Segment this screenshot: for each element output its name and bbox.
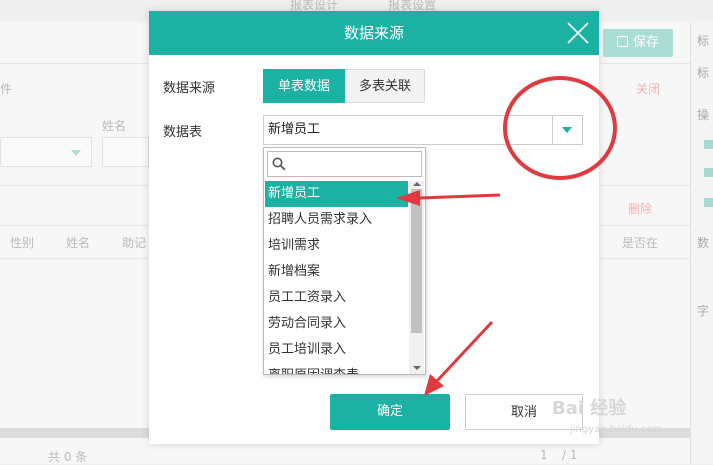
watermark-url: jingyan.baidu.com [570, 424, 663, 435]
table-label: 数据表 [163, 125, 203, 140]
close-link[interactable]: 关闭 [636, 80, 660, 97]
column-header[interactable]: 性别 [10, 234, 34, 251]
list-item[interactable]: 新增员工 [265, 181, 408, 207]
bg-name-input[interactable] [102, 137, 149, 167]
bg-text: 件 [0, 82, 13, 96]
dropdown-scrollbar[interactable] [409, 181, 424, 374]
scroll-down-icon[interactable] [413, 366, 421, 370]
checkbox[interactable] [704, 140, 713, 149]
save-button[interactable]: 保存 [603, 29, 673, 57]
list-item[interactable]: 新增档案 [265, 259, 408, 285]
close-icon[interactable] [565, 20, 591, 46]
source-label: 数据来源 [163, 81, 216, 96]
multi-table-button[interactable]: 多表关联 [345, 69, 425, 103]
checkbox[interactable] [704, 168, 713, 177]
list-item[interactable]: 离职原因调查表 [265, 363, 408, 374]
list-item[interactable]: 员工工资录入 [265, 285, 408, 311]
column-header[interactable]: 姓名 [66, 234, 90, 251]
dialog-title: 数据来源 [343, 24, 404, 42]
side-label: 数 [697, 236, 710, 250]
column-header[interactable]: 助记 [122, 234, 146, 251]
chevron-down-icon [562, 127, 572, 133]
save-label: 保存 [632, 35, 659, 50]
scroll-up-icon[interactable] [413, 182, 421, 186]
select-toggle[interactable] [552, 116, 582, 144]
table-select-value: 新增员工 [268, 122, 321, 137]
side-label: 标 [697, 34, 710, 48]
list-item[interactable]: 招聘人员需求录入 [265, 207, 408, 233]
dialog-header: 数据来源 [149, 11, 599, 55]
column-header[interactable]: 是否在 [622, 234, 658, 251]
data-source-dialog: 数据来源 数据来源 单表数据 多表关联 数据表 新增员工 新增员工 招聘人员需求… [149, 11, 599, 444]
dropdown-search-input[interactable] [267, 151, 422, 177]
list-item[interactable]: 培训需求 [265, 233, 408, 259]
save-icon [616, 36, 628, 47]
table-select[interactable]: 新增员工 [263, 115, 583, 145]
list-item[interactable]: 员工培训录入 [265, 337, 408, 363]
pager-total: / 1 [562, 448, 578, 462]
checkbox[interactable] [704, 198, 713, 207]
chevron-down-icon [71, 150, 81, 156]
delete-link[interactable]: 删除 [628, 200, 652, 217]
watermark-logo: Bai 经验 [552, 398, 627, 419]
side-label: 字 [697, 304, 710, 318]
pager-current[interactable]: 1 [540, 448, 548, 462]
right-properties-panel: 标 标 操 数 字 [690, 22, 713, 464]
ok-button[interactable]: 确定 [330, 394, 450, 430]
table-dropdown: 新增员工 招聘人员需求录入 培训需求 新增档案 员工工资录入 劳动合同录入 员工… [263, 147, 426, 375]
name-field-label: 姓名 [102, 119, 127, 133]
side-label: 标 [697, 66, 710, 80]
footer-count: 共 0 条 [48, 450, 88, 464]
list-item[interactable]: 劳动合同录入 [265, 311, 408, 337]
side-label: 操 [697, 108, 710, 122]
scroll-thumb[interactable] [411, 189, 422, 333]
single-table-button[interactable]: 单表数据 [263, 69, 345, 103]
bg-select[interactable] [0, 137, 92, 167]
search-icon [272, 157, 286, 171]
